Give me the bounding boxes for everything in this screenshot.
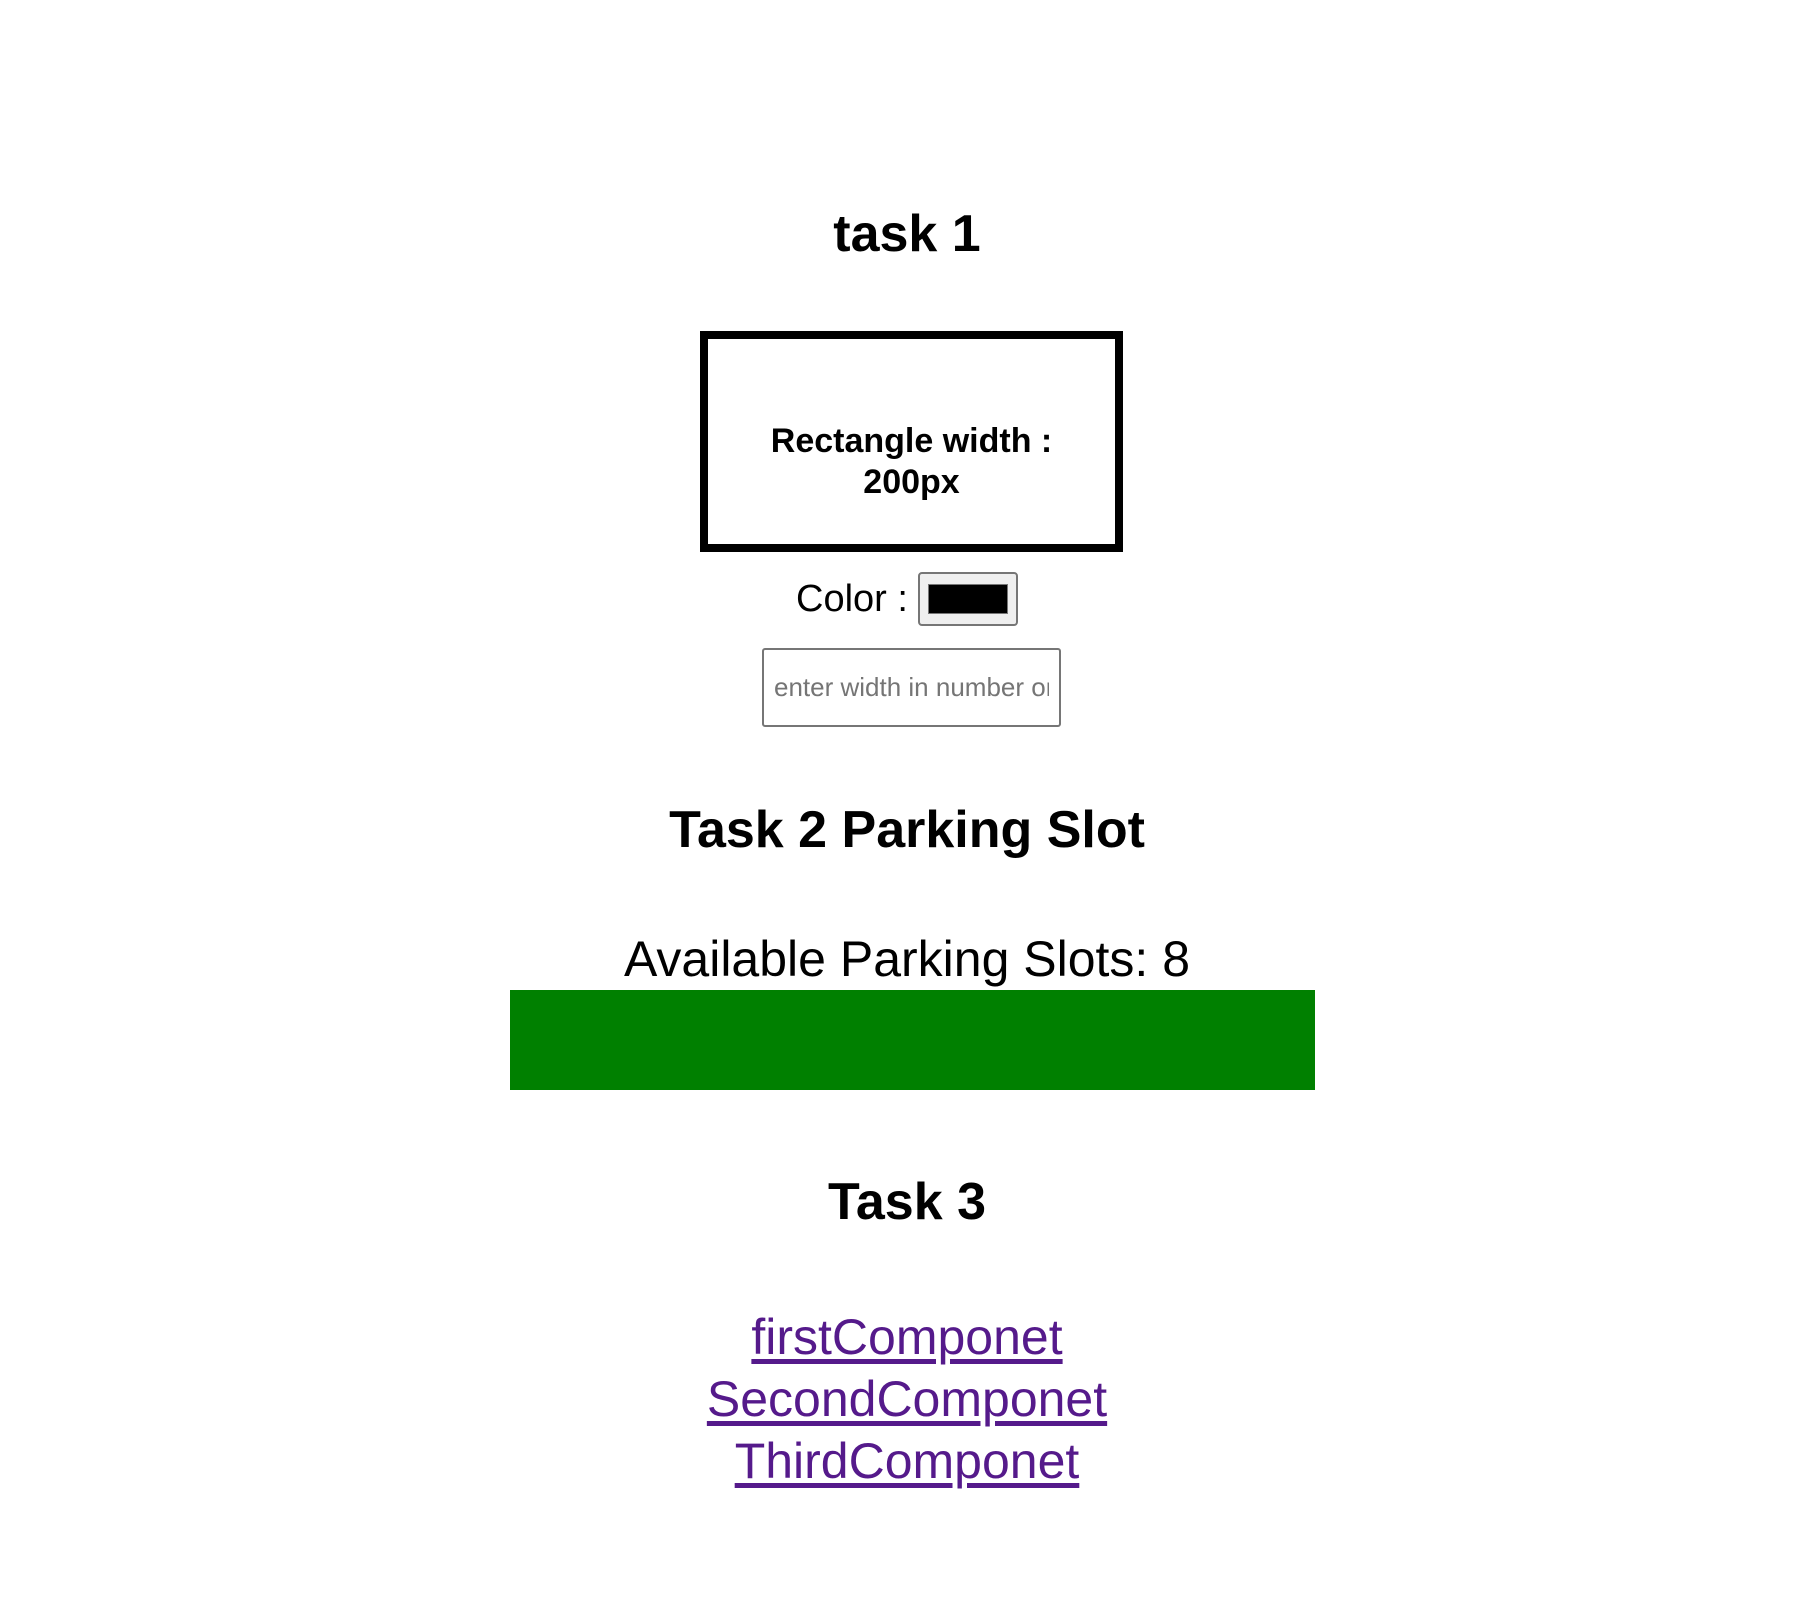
rectangle-width-value: 200px bbox=[863, 462, 960, 501]
color-swatch bbox=[927, 584, 1008, 614]
task3-heading: Task 3 bbox=[827, 1173, 987, 1231]
color-row: Color : bbox=[0, 572, 1814, 626]
component-links: firstComponet SecondComponet ThirdCompon… bbox=[0, 1306, 1814, 1492]
available-parking-slots: Available Parking Slots: 8 bbox=[623, 931, 1191, 987]
width-input[interactable] bbox=[762, 648, 1061, 727]
link-third-component[interactable]: ThirdComponet bbox=[735, 1430, 1080, 1492]
color-picker[interactable] bbox=[917, 572, 1018, 626]
rectangle-width-label: Rectangle width : bbox=[770, 421, 1053, 460]
task1-heading: task 1 bbox=[833, 205, 981, 263]
link-first-component[interactable]: firstComponet bbox=[751, 1306, 1062, 1368]
rectangle-label: Rectangle width : 200px bbox=[771, 421, 1052, 503]
page: task 1 Rectangle width : 200px Color : T… bbox=[0, 0, 1814, 1608]
color-label: Color : bbox=[796, 578, 908, 620]
rectangle-box: Rectangle width : 200px bbox=[700, 331, 1123, 552]
parking-status-bar bbox=[510, 990, 1315, 1090]
link-second-component[interactable]: SecondComponet bbox=[707, 1368, 1107, 1430]
task2-heading: Task 2 Parking Slot bbox=[669, 801, 1145, 859]
